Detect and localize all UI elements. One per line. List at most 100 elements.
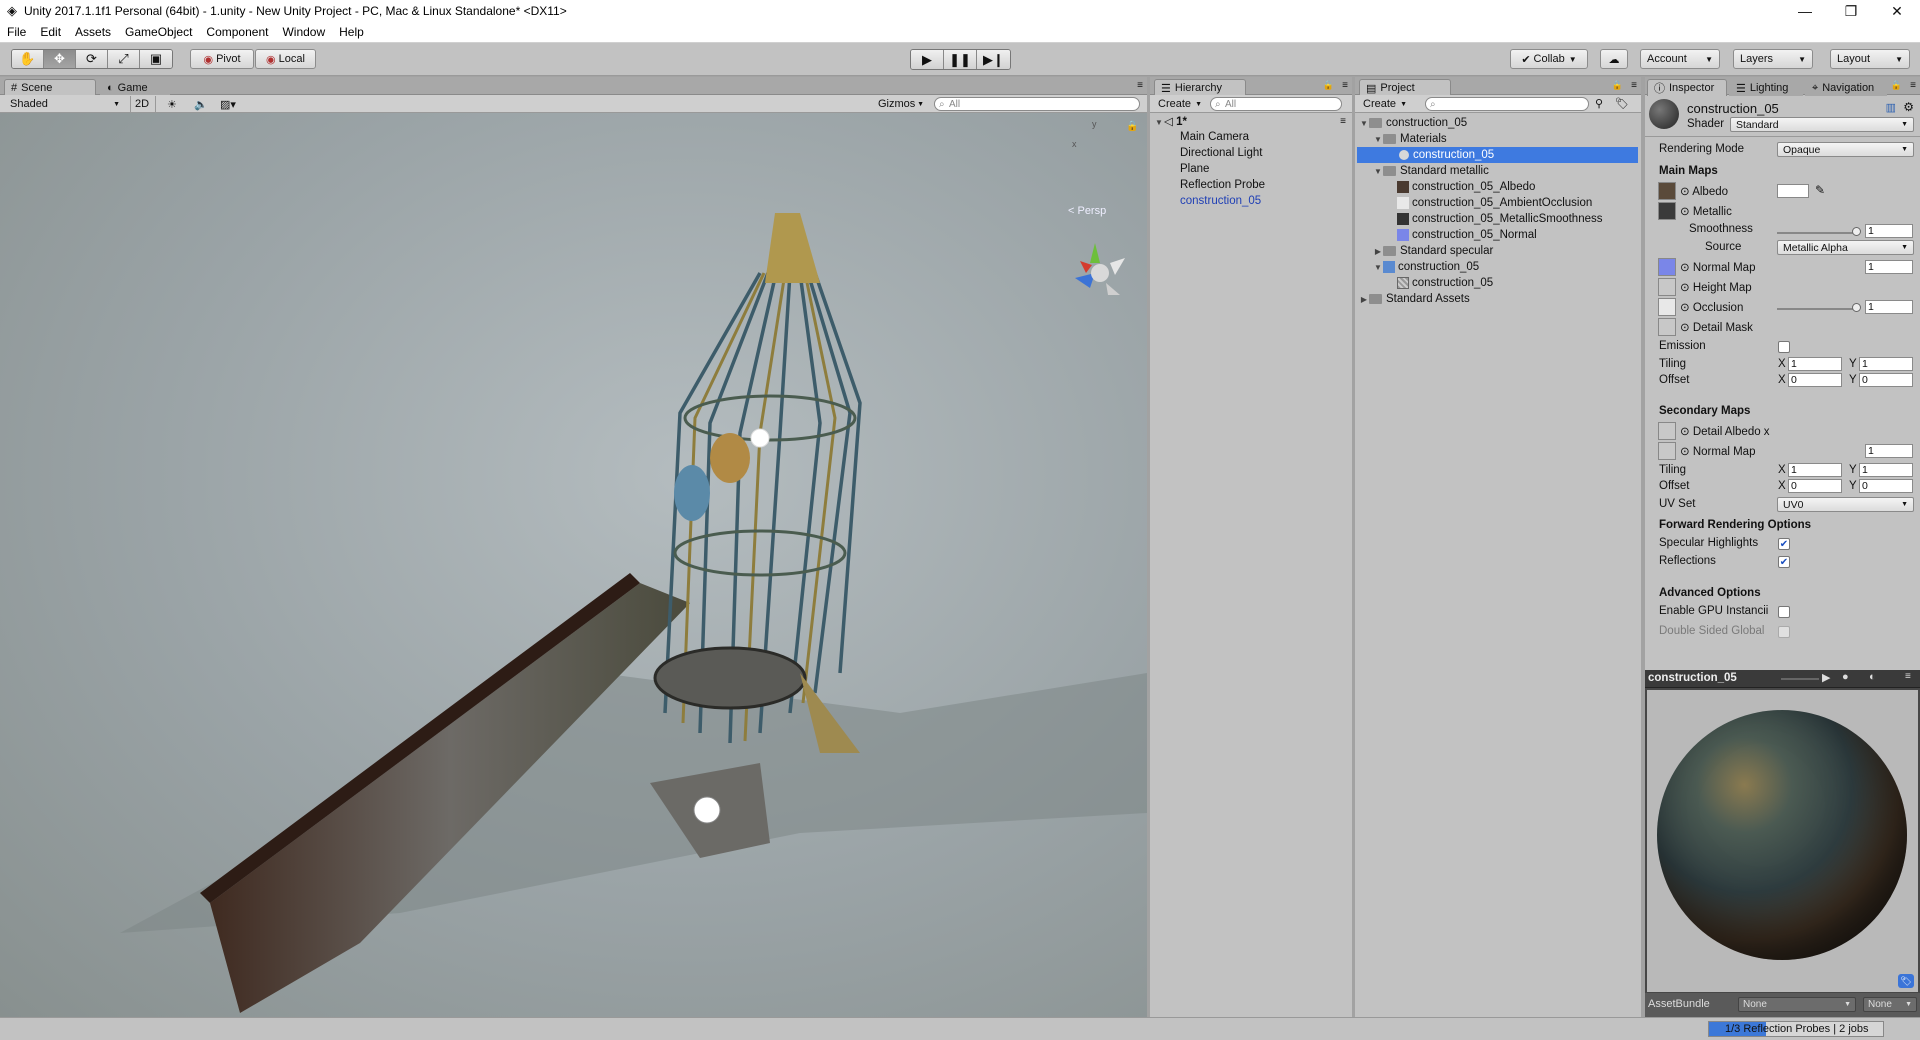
- shader-dropdown[interactable]: Standard ▼: [1730, 117, 1914, 132]
- detail-mask-texture-thumb[interactable]: [1658, 318, 1676, 336]
- tag-icon[interactable]: 🏷: [1898, 974, 1914, 988]
- albedo-label-row[interactable]: ⊙ Albedo: [1680, 184, 1728, 198]
- menu-file[interactable]: File: [0, 25, 33, 39]
- local-toggle[interactable]: ◉ Local: [255, 49, 316, 69]
- secondary-tiling-x-field[interactable]: 1: [1788, 463, 1842, 477]
- albedo-color-swatch[interactable]: [1777, 184, 1809, 198]
- emission-checkbox[interactable]: [1778, 341, 1790, 353]
- menu-help[interactable]: Help: [332, 25, 371, 39]
- lock-icon[interactable]: 🔒: [1323, 80, 1334, 91]
- metallic-label-row[interactable]: ⊙ Metallic: [1680, 204, 1732, 218]
- object-picker-icon[interactable]: ⊙: [1680, 302, 1690, 314]
- panel-menu-icon[interactable]: ≡: [1137, 80, 1143, 91]
- expand-arrow-icon[interactable]: ▼: [1373, 167, 1383, 176]
- detail-albedo-label-row[interactable]: ⊙ Detail Albedo x: [1680, 424, 1770, 438]
- normal-map-label-row[interactable]: ⊙ Normal Map: [1680, 260, 1755, 274]
- panel-menu-icon[interactable]: ≡: [1905, 671, 1911, 682]
- gizmos-dropdown[interactable]: Gizmos ▼: [874, 96, 928, 112]
- preview-drag-handle[interactable]: [1781, 678, 1819, 680]
- account-dropdown[interactable]: Account ▼: [1640, 49, 1720, 69]
- scale-tool-icon[interactable]: ⤢: [108, 50, 140, 68]
- lock-icon[interactable]: 🔒: [1612, 80, 1623, 91]
- smoothness-field[interactable]: 1: [1865, 224, 1913, 238]
- detail-albedo-texture-thumb[interactable]: [1658, 422, 1676, 440]
- tiling-y-field[interactable]: 1: [1859, 357, 1913, 371]
- object-picker-icon[interactable]: ⊙: [1680, 186, 1690, 198]
- audio-toggle-icon[interactable]: 🔈: [190, 96, 212, 112]
- tab-scene[interactable]: # Scene: [4, 79, 96, 96]
- panel-menu-icon[interactable]: ≡: [1631, 80, 1637, 91]
- project-tree-item[interactable]: ▼ construction_05: [1355, 259, 1641, 275]
- persp-label[interactable]: < Persp: [1068, 205, 1106, 217]
- minimize-button[interactable]: —: [1782, 0, 1828, 22]
- collapse-arrow-icon[interactable]: ▶: [1373, 247, 1383, 256]
- eyedropper-icon[interactable]: ✎: [1815, 183, 1825, 197]
- project-tree-item[interactable]: ▶ Standard specular: [1355, 243, 1641, 259]
- hierarchy-item[interactable]: Main Camera: [1150, 129, 1352, 145]
- occlusion-label-row[interactable]: ⊙ Occlusion: [1680, 300, 1743, 314]
- project-tree-item[interactable]: ▶ Standard Assets: [1355, 291, 1641, 307]
- scene-row[interactable]: ▼◁ 1* ≡: [1150, 113, 1352, 129]
- move-tool-icon[interactable]: ✥: [44, 50, 76, 68]
- object-picker-icon[interactable]: ⊙: [1680, 262, 1690, 274]
- project-tree-item[interactable]: construction_05_AmbientOcclusion: [1355, 195, 1641, 211]
- offset-y-field[interactable]: 0: [1859, 373, 1913, 387]
- metallic-texture-thumb[interactable]: [1658, 202, 1676, 220]
- object-picker-icon[interactable]: ⊙: [1680, 446, 1690, 458]
- hierarchy-search-input[interactable]: ⌕ All: [1210, 97, 1342, 111]
- source-dropdown[interactable]: Metallic Alpha ▼: [1777, 240, 1914, 255]
- hand-tool-icon[interactable]: ✋: [12, 50, 44, 68]
- normal-map-scale-field[interactable]: 1: [1865, 260, 1913, 274]
- tab-navigation[interactable]: ⌖ Navigation: [1805, 79, 1887, 96]
- layers-dropdown[interactable]: Layers ▼: [1733, 49, 1813, 69]
- specular-highlights-checkbox[interactable]: ✔: [1778, 538, 1790, 550]
- cloud-button[interactable]: ☁: [1600, 49, 1628, 69]
- step-icon[interactable]: ▶❙: [977, 50, 1010, 69]
- play-icon[interactable]: ▶: [911, 50, 944, 69]
- assetbundle-variant-dropdown[interactable]: None ▼: [1863, 997, 1917, 1012]
- smoothness-slider-knob[interactable]: [1852, 227, 1861, 236]
- tab-lighting[interactable]: ☰ Lighting: [1729, 79, 1803, 96]
- lighting-toggle-icon[interactable]: ☀: [163, 96, 185, 112]
- secondary-offset-y-field[interactable]: 0: [1859, 479, 1913, 493]
- gear-icon[interactable]: ⚙: [1903, 100, 1914, 114]
- menu-assets[interactable]: Assets: [68, 25, 118, 39]
- rect-tool-icon[interactable]: ▣: [140, 50, 172, 68]
- menu-window[interactable]: Window: [275, 25, 332, 39]
- height-map-label-row[interactable]: ⊙ Height Map: [1680, 280, 1752, 294]
- occlusion-slider[interactable]: [1777, 308, 1857, 310]
- expand-arrow-icon[interactable]: ▼: [1373, 263, 1383, 272]
- panel-menu-icon[interactable]: ≡: [1910, 80, 1916, 91]
- project-tree-item-selected[interactable]: construction_05: [1357, 147, 1638, 163]
- project-search-input[interactable]: ⌕: [1425, 97, 1589, 111]
- object-picker-icon[interactable]: ⊙: [1680, 426, 1690, 438]
- filter-label-icon[interactable]: 🏷: [1615, 97, 1629, 110]
- preview-viewport[interactable]: 🏷: [1647, 690, 1918, 992]
- project-tree-item[interactable]: construction_05_MetallicSmoothness: [1355, 211, 1641, 227]
- project-tree-item[interactable]: ▼ construction_05: [1355, 115, 1641, 131]
- collapse-arrow-icon[interactable]: ▶: [1359, 295, 1369, 304]
- help-icon[interactable]: ▥: [1886, 101, 1896, 114]
- menu-component[interactable]: Component: [199, 25, 275, 39]
- maximize-button[interactable]: ❐: [1828, 0, 1874, 22]
- scene-viewport[interactable]: y x < Persp 🔒: [0, 113, 1147, 1017]
- expand-arrow-icon[interactable]: ▼: [1359, 119, 1369, 128]
- tab-hierarchy[interactable]: ☰ Hierarchy: [1154, 79, 1246, 96]
- secondary-normal-scale-field[interactable]: 1: [1865, 444, 1913, 458]
- height-map-texture-thumb[interactable]: [1658, 278, 1676, 296]
- menu-gameobject[interactable]: GameObject: [118, 25, 199, 39]
- lock-icon[interactable]: 🔒: [1891, 80, 1902, 91]
- smoothness-slider[interactable]: [1777, 232, 1857, 234]
- close-button[interactable]: ✕: [1874, 0, 1920, 22]
- occlusion-field[interactable]: 1: [1865, 300, 1913, 314]
- secondary-offset-x-field[interactable]: 0: [1788, 479, 1842, 493]
- object-picker-icon[interactable]: ⊙: [1680, 322, 1690, 334]
- project-tree-item[interactable]: ▼ Standard metallic: [1355, 163, 1641, 179]
- menu-edit[interactable]: Edit: [33, 25, 68, 39]
- hierarchy-item[interactable]: Reflection Probe: [1150, 177, 1352, 193]
- project-tree-item[interactable]: construction_05_Normal: [1355, 227, 1641, 243]
- albedo-texture-thumb[interactable]: [1658, 182, 1676, 200]
- scene-menu-icon[interactable]: ≡: [1340, 116, 1346, 127]
- object-picker-icon[interactable]: ⊙: [1680, 206, 1690, 218]
- light-preview-icon[interactable]: ◐: [1869, 671, 1876, 683]
